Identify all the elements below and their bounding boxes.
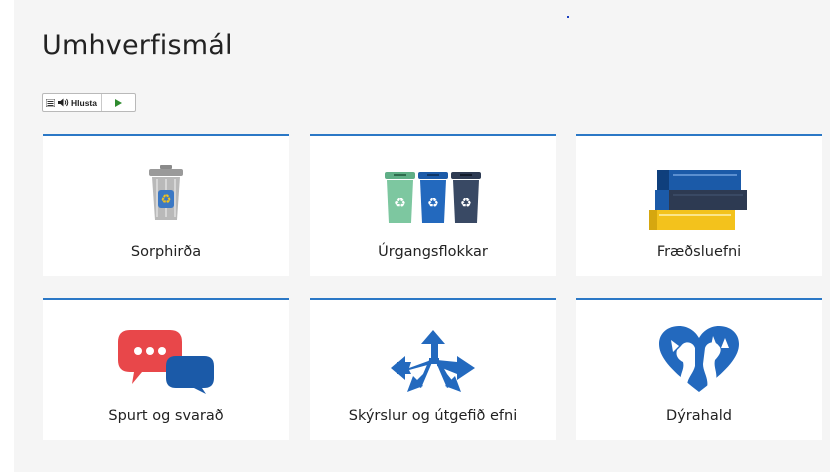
- play-icon: [114, 98, 122, 107]
- card-label: Sorphirða: [130, 244, 202, 260]
- listen-widget[interactable]: Hlusta: [42, 93, 136, 112]
- card-label: Dýrahald: [666, 408, 732, 424]
- books-icon: [649, 170, 749, 237]
- speaker-icon: [58, 98, 69, 107]
- card-label: Spurt og svarað: [108, 408, 224, 424]
- recycling-bins-icon: ♻ ♻ ♻: [383, 172, 483, 229]
- card-spurt-og-svarad[interactable]: Spurt og svarað: [43, 298, 289, 440]
- svg-text:♻: ♻: [460, 196, 472, 211]
- listen-label: Hlusta: [71, 97, 97, 108]
- listen-button[interactable]: Hlusta: [57, 94, 102, 111]
- card-label: Skýrslur og útgefið efni: [348, 408, 518, 424]
- svg-text:♻: ♻: [427, 196, 439, 211]
- pets-heart-icon: [659, 326, 739, 399]
- card-dyrahald[interactable]: Dýrahald: [576, 298, 822, 440]
- card-label: Fræðsluefni: [656, 244, 742, 260]
- svg-text:♻: ♻: [394, 196, 406, 211]
- speech-bubbles-icon: [114, 330, 218, 399]
- card-fraedsluefni[interactable]: Fræðsluefni: [576, 134, 822, 276]
- page-title: Umhverfismál: [42, 30, 233, 61]
- play-button[interactable]: [102, 94, 135, 111]
- svg-text:♻: ♻: [161, 192, 172, 206]
- menu-icon[interactable]: [43, 94, 57, 111]
- card-urgangsflokkar[interactable]: ♻ ♻ ♻ Úrgangsflokkar: [310, 134, 556, 276]
- stray-dot: [567, 16, 569, 18]
- card-skyrslur[interactable]: Skýrslur og útgefið efni: [310, 298, 556, 440]
- directional-arrows-icon: [391, 330, 475, 399]
- trash-can-icon: ♻: [146, 164, 186, 227]
- card-sorphirda[interactable]: ♻ Sorphirða: [43, 134, 289, 276]
- card-label: Úrgangsflokkar: [378, 244, 488, 260]
